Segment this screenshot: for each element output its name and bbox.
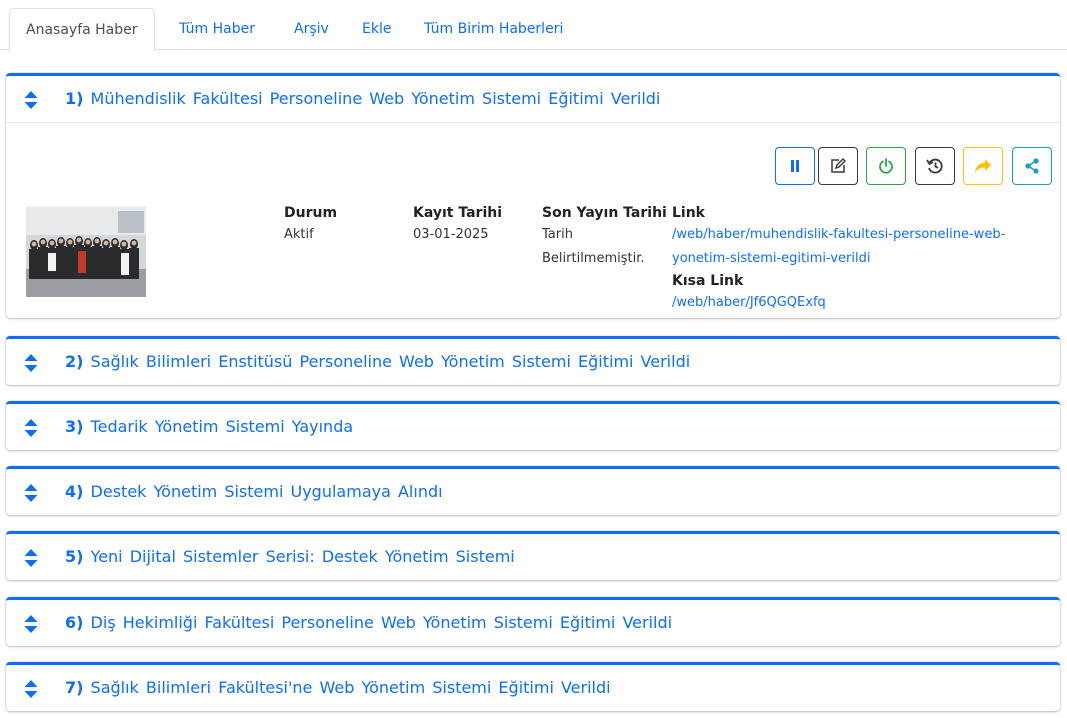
news-title[interactable]: 6) Diş Hekimliği Fakültesi Personeline W…: [65, 600, 672, 646]
link-column: Link /web/haber/muhendislik-fakultesi-pe…: [672, 203, 1005, 315]
news-card-header[interactable]: 5) Yeni Dijital Sistemler Serisi: Destek…: [6, 534, 1060, 580]
forward-button[interactable]: [963, 147, 1003, 185]
share-nodes-icon: [1025, 158, 1039, 174]
pause-icon: [791, 160, 799, 172]
news-card-header[interactable]: 4) Destek Yönetim Sistemi Uygulamaya Alı…: [6, 469, 1060, 515]
news-card-header[interactable]: 3) Tedarik Yönetim Sistemi Yayında: [6, 404, 1060, 450]
news-title[interactable]: 2) Sağlık Bilimleri Enstitüsü Personelin…: [65, 339, 690, 385]
edit-button[interactable]: [818, 147, 858, 185]
news-card: 2) Sağlık Bilimleri Enstitüsü Personelin…: [6, 336, 1060, 385]
short-link-label: Kısa Link: [672, 273, 744, 289]
short-link[interactable]: /web/haber/Jf6QGQExfq: [672, 291, 1005, 315]
publish-date-label: Son Yayın Tarihi: [542, 205, 667, 221]
publish-date-column: Son Yayın Tarihi Tarih Belirtilmemiştir.: [542, 203, 667, 271]
news-title[interactable]: 3) Tedarik Yönetim Sistemi Yayında: [65, 404, 353, 450]
history-button[interactable]: [915, 147, 955, 185]
news-card: 6) Diş Hekimliği Fakültesi Personeline W…: [6, 597, 1060, 646]
status-value: Aktif: [284, 227, 314, 242]
news-link[interactable]: /web/haber/muhendislik-fakultesi-persone…: [672, 223, 1005, 247]
share-button[interactable]: [1012, 147, 1052, 185]
sort-toggle-icon[interactable]: [24, 615, 38, 633]
news-number: 1): [65, 89, 84, 108]
pause-button[interactable]: [775, 147, 815, 185]
news-card-header[interactable]: 1) Mühendislik Fakültesi Personeline Web…: [6, 76, 1060, 122]
news-card: 3) Tedarik Yönetim Sistemi Yayında: [6, 401, 1060, 450]
news-title[interactable]: 7) Sağlık Bilimleri Fakültesi'ne Web Yön…: [65, 665, 611, 711]
tab-anasayfa-haber[interactable]: Anasayfa Haber: [9, 8, 155, 51]
sort-toggle-icon[interactable]: [24, 680, 38, 698]
tab-arsiv[interactable]: Arşiv: [278, 8, 345, 51]
sort-toggle-icon[interactable]: [24, 354, 38, 372]
link-label: Link: [672, 205, 705, 221]
news-card-header[interactable]: 6) Diş Hekimliği Fakültesi Personeline W…: [6, 600, 1060, 646]
news-card-body: Durum Aktif Kayıt Tarihi 03-01-2025 Son …: [6, 122, 1060, 318]
news-card: 5) Yeni Dijital Sistemler Serisi: Destek…: [6, 531, 1060, 580]
news-card: 1) Mühendislik Fakültesi Personeline Web…: [6, 73, 1060, 318]
status-label: Durum: [284, 205, 338, 221]
news-title-text: Tedarik Yönetim Sistemi Yayında: [90, 417, 354, 436]
sort-toggle-icon[interactable]: [24, 419, 38, 437]
sort-toggle-icon[interactable]: [24, 549, 38, 567]
tab-tum-birim-haberleri[interactable]: Tüm Birim Haberleri: [408, 8, 579, 51]
news-title-text: Mühendislik Fakültesi Personeline Web Yö…: [90, 89, 661, 108]
record-date-label: Kayıt Tarihi: [413, 205, 503, 221]
sort-toggle-icon[interactable]: [24, 484, 38, 502]
tab-bar: Anasayfa Haber Tüm Haber Arşiv Ekle Tüm …: [0, 0, 1067, 51]
record-date-value: 03-01-2025: [413, 227, 489, 242]
news-title-text: Sağlık Bilimleri Fakültesi'ne Web Yöneti…: [90, 678, 611, 697]
group-photo-image: [26, 207, 146, 297]
news-card-header[interactable]: 7) Sağlık Bilimleri Fakültesi'ne Web Yön…: [6, 665, 1060, 711]
record-date-column: Kayıt Tarihi 03-01-2025: [413, 203, 502, 247]
news-number: 7): [65, 678, 84, 697]
action-button-group: [775, 147, 1052, 185]
news-title-text: Sağlık Bilimleri Enstitüsü Personeline W…: [90, 352, 691, 371]
news-title[interactable]: 1) Mühendislik Fakültesi Personeline Web…: [65, 76, 660, 122]
publish-date-value-line1: Tarih: [542, 227, 573, 242]
news-title-text: Destek Yönetim Sistemi Uygulamaya Alındı: [90, 482, 443, 501]
news-card: 7) Sağlık Bilimleri Fakültesi'ne Web Yön…: [6, 662, 1060, 711]
news-title-text: Yeni Dijital Sistemler Serisi: Destek Yö…: [90, 547, 515, 566]
news-title-text: Diş Hekimliği Fakültesi Personeline Web …: [90, 613, 673, 632]
news-thumbnail[interactable]: [26, 207, 146, 297]
news-card: 4) Destek Yönetim Sistemi Uygulamaya Alı…: [6, 466, 1060, 515]
publish-date-value-line2: Belirtilmemiştir.: [542, 251, 645, 266]
sort-toggle-icon[interactable]: [24, 91, 38, 109]
news-title[interactable]: 5) Yeni Dijital Sistemler Serisi: Destek…: [65, 534, 515, 580]
power-icon: [879, 158, 893, 174]
news-link-continued[interactable]: yonetim-sistemi-egitimi-verildi: [672, 247, 1005, 271]
news-number: 6): [65, 613, 84, 632]
news-number: 5): [65, 547, 84, 566]
history-icon: [926, 158, 943, 174]
share-arrow-icon: [975, 159, 991, 173]
news-title[interactable]: 4) Destek Yönetim Sistemi Uygulamaya Alı…: [65, 469, 443, 515]
tab-tum-haber[interactable]: Tüm Haber: [163, 8, 271, 51]
news-card-header[interactable]: 2) Sağlık Bilimleri Enstitüsü Personelin…: [6, 339, 1060, 385]
tab-ekle[interactable]: Ekle: [346, 8, 407, 51]
news-number: 2): [65, 352, 84, 371]
status-column: Durum Aktif: [284, 203, 337, 247]
edit-icon: [831, 158, 846, 173]
news-number: 4): [65, 482, 84, 501]
news-number: 3): [65, 417, 84, 436]
power-button[interactable]: [866, 147, 906, 185]
